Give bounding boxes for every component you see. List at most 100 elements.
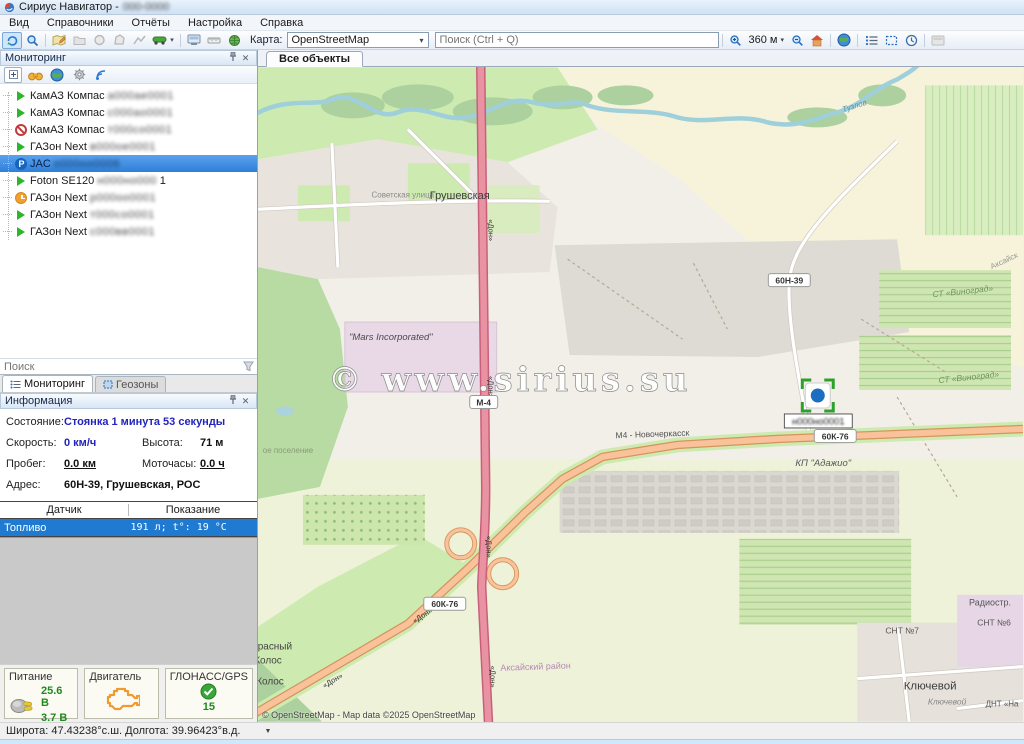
tab-all-objects[interactable]: Все объекты [266, 51, 363, 67]
geozone-circle-button[interactable] [89, 32, 109, 49]
binoculars-icon [28, 69, 43, 81]
settings-button[interactable] [70, 67, 88, 83]
tree-item[interactable]: ГАЗон Nextт000со0001 [0, 206, 257, 223]
globe-green-icon [50, 68, 64, 82]
monitoring-tab-icon [10, 380, 21, 389]
expand-all-button[interactable] [4, 67, 22, 83]
zoom-in-button[interactable] [726, 32, 746, 49]
map-label: Ключевой [904, 681, 957, 693]
tab-geozones[interactable]: Геозоны [95, 376, 166, 392]
tree-item[interactable]: JACо000оо0006 [0, 155, 257, 172]
info-panel-body: Состояние: Стоянка 1 минута 53 секунды С… [0, 409, 257, 501]
vehicle-label: JAC [30, 158, 51, 170]
tree-item[interactable]: КамАЗ Компаса000ае0001 [0, 87, 257, 104]
edit-map-button[interactable] [49, 32, 69, 49]
map-canvas[interactable]: Советская улицаГрушевская"Mars Incorpora… [258, 67, 1023, 722]
svg-text:60К-76: 60К-76 [431, 599, 458, 609]
power-plug-icon [9, 694, 35, 716]
left-panel: Мониторинг ✕ Кам [0, 50, 258, 722]
moving-status-icon [15, 226, 27, 238]
zoom-level-select[interactable]: 360 м ▾ [746, 34, 788, 46]
sensor-table-header: Датчик Показание [0, 502, 257, 519]
show-on-map-button[interactable] [48, 67, 66, 83]
tab-geozones-label: Геозоны [116, 379, 158, 391]
sync-button[interactable] [2, 32, 22, 49]
pin-icon[interactable] [226, 52, 239, 64]
track-binoculars-button[interactable] [26, 67, 44, 83]
sensor-name: Топливо [0, 522, 131, 534]
monitoring-panel-title: Мониторинг [5, 52, 226, 64]
screen-button[interactable] [184, 32, 204, 49]
geozone-polygon-icon [113, 34, 126, 46]
ruler-button[interactable] [204, 32, 224, 49]
power-voltage-main: 25.6 В [41, 685, 73, 709]
vehicle-label: ГАЗон Next [30, 209, 87, 221]
zoom-window-button[interactable] [22, 32, 42, 49]
tree-item[interactable]: Foton SE120н000но0001 [0, 172, 257, 189]
map-label: Радиостр. [969, 598, 1011, 608]
toolbar-separator [45, 34, 46, 47]
menu-vid[interactable]: Вид [0, 15, 38, 31]
panel-button[interactable] [928, 32, 948, 49]
tree-guide-line [8, 92, 9, 240]
globe-button[interactable] [834, 32, 854, 49]
chevron-down-icon[interactable]: ▼ [264, 728, 271, 735]
tree-item[interactable]: ГАЗон Nextв000ое0001 [0, 138, 257, 155]
speed-value: 0 км/ч [64, 437, 124, 449]
tree-search-input[interactable] [0, 361, 239, 373]
globe-package-button[interactable] [224, 32, 244, 49]
menu-nastroyka[interactable]: Настройка [179, 15, 251, 31]
map-area: Все объекты [258, 50, 1024, 722]
map-select[interactable]: OpenStreetMap ▾ [287, 32, 429, 48]
info-panel-title: Информация [5, 395, 226, 407]
altitude-label: Высота: [142, 437, 200, 449]
window-border [0, 739, 1024, 744]
menu-spravochniki[interactable]: Справочники [38, 15, 123, 31]
vehicle-menu-button[interactable]: ▾ [149, 32, 177, 49]
sync-icon [6, 34, 19, 47]
geozone-folder-icon [73, 34, 86, 46]
geozone-polyline-button[interactable] [129, 32, 149, 49]
tree-item[interactable]: КамАЗ Компаст000со0001 [0, 121, 257, 138]
list-button[interactable] [861, 32, 881, 49]
sensor-table-empty-area [0, 537, 257, 664]
moving-status-icon [15, 107, 27, 119]
close-icon[interactable]: ✕ [239, 396, 252, 407]
geozone-polygon-button[interactable] [109, 32, 129, 49]
panel-icon [931, 35, 945, 46]
close-icon[interactable]: ✕ [239, 53, 252, 64]
globe-package-icon [228, 34, 241, 47]
pin-icon[interactable] [226, 395, 239, 407]
telemetry-button[interactable] [92, 67, 110, 83]
map-attribution: © OpenStreetMap - Map data ©2025 OpenStr… [262, 710, 475, 720]
value-col-header[interactable]: Показание [129, 504, 257, 516]
hours-value[interactable]: 0.0 ч [200, 458, 225, 470]
filter-funnel-icon[interactable] [239, 361, 257, 372]
sensor-col-header[interactable]: Датчик [0, 504, 129, 516]
map-label: «Дон» [489, 666, 498, 688]
vehicle-label: Foton SE120 [30, 175, 94, 187]
main-toolbar: ▾ Карта: OpenStreetMap ▾ 360 м ▾ [0, 31, 1024, 50]
sensor-row[interactable]: Топливо 191 л; t°: 19 °C [0, 519, 257, 536]
speed-label: Скорость: [6, 437, 64, 449]
vehicle-label: КамАЗ Компас [30, 124, 105, 136]
offline-status-icon [15, 124, 27, 136]
sensor-value: 191 л; t°: 19 °C [131, 522, 258, 533]
coordinates-readout: Широта: 47.43238°с.ш. Долгота: 39.96423°… [6, 725, 240, 737]
map-label: СНТ №7 [885, 626, 919, 636]
tab-monitoring[interactable]: Мониторинг [2, 375, 93, 392]
selection-button[interactable] [881, 32, 901, 49]
toolbar-search-input[interactable] [435, 32, 719, 48]
menu-otchety[interactable]: Отчёты [123, 15, 179, 31]
road-shield: 60К-76 [814, 429, 856, 442]
home-button[interactable] [807, 32, 827, 49]
tree-item[interactable]: КамАЗ Компасс000ао0001 [0, 104, 257, 121]
mileage-value[interactable]: 0.0 км [64, 458, 124, 470]
menu-spravka[interactable]: Справка [251, 15, 312, 31]
geozone-folder-button[interactable] [69, 32, 89, 49]
clock-button[interactable] [901, 32, 921, 49]
map-label: Советская улица [372, 190, 435, 199]
zoom-out-button[interactable] [787, 32, 807, 49]
tree-item[interactable]: ГАЗон Nextр000оо0001 [0, 189, 257, 206]
tree-item[interactable]: ГАЗон Nextс000вв0001 [0, 223, 257, 240]
